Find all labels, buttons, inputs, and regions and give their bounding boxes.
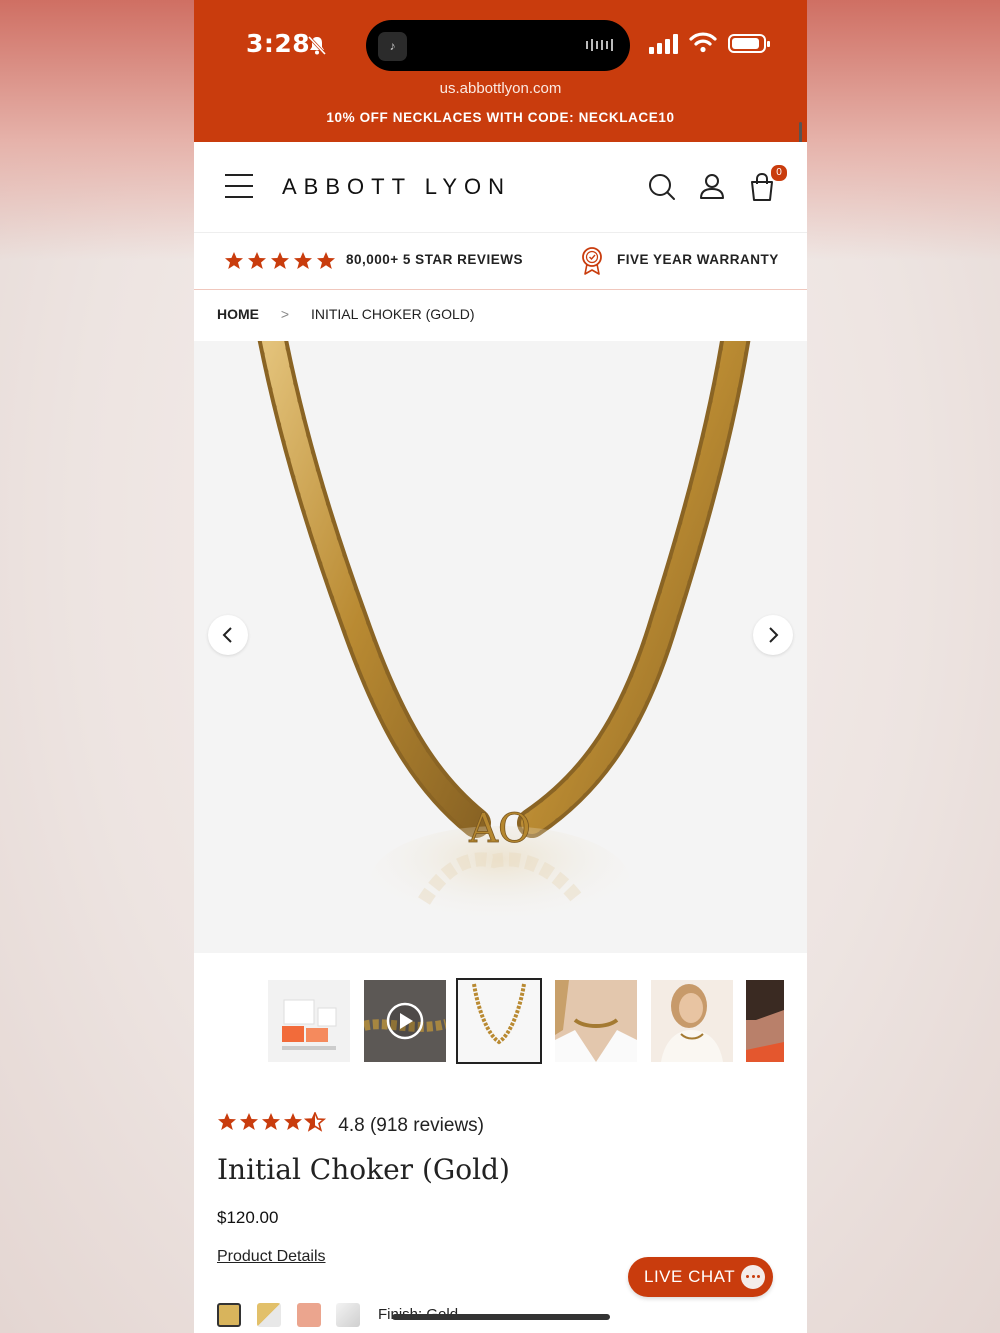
breadcrumb: HOME > INITIAL CHOKER (GOLD) <box>217 306 475 322</box>
account-icon[interactable] <box>699 172 725 202</box>
breadcrumb-current: INITIAL CHOKER (GOLD) <box>310 306 475 322</box>
phone-screen: 3:28 ♪ us.abbottlyon.com 10% OFF NECKLAC… <box>194 0 807 1333</box>
live-chat-label: LIVE CHAT <box>644 1267 736 1286</box>
thumbnail-model-partial[interactable] <box>746 980 784 1062</box>
gallery-prev-button[interactable] <box>208 615 248 655</box>
packaging-image <box>282 999 337 1050</box>
music-app-icon: ♪ <box>378 32 407 61</box>
warranty-badge-icon <box>582 247 602 275</box>
pendant-initials: AO <box>468 806 531 852</box>
product-details-link[interactable]: Product Details <box>217 1248 326 1266</box>
battery-icon <box>728 34 770 53</box>
reviews-count-text: 80,000+ 5 STAR REVIEWS <box>346 252 523 267</box>
browser-url[interactable]: us.abbottlyon.com <box>194 80 807 97</box>
model-portrait-image <box>651 980 733 1062</box>
cellular-signal-icon <box>649 34 678 54</box>
thumbnail-video[interactable] <box>364 980 446 1062</box>
dynamic-island: ♪ <box>366 20 630 71</box>
product-image-necklace: AO <box>257 341 751 936</box>
review-stars-icon <box>225 252 335 269</box>
site-logo[interactable]: ABBOTT LYON <box>282 174 511 200</box>
warranty-text: FIVE YEAR WARRANTY <box>617 252 779 267</box>
thumbnail-packaging[interactable] <box>268 980 350 1062</box>
status-time: 3:28 <box>246 29 311 58</box>
gallery-next-button[interactable] <box>753 615 793 655</box>
product-price: $120.00 <box>217 1208 279 1227</box>
video-image <box>364 1002 446 1040</box>
product-image-gallery[interactable]: AO <box>194 341 807 953</box>
chat-bubble-icon <box>741 1265 765 1289</box>
model-partial-image <box>746 980 784 1062</box>
necklace-thumb-image <box>472 983 526 1045</box>
chevron-right-icon <box>769 627 779 643</box>
site-header: ABBOTT LYON 0 <box>194 142 807 233</box>
thumbnail-model-neck[interactable] <box>555 980 637 1062</box>
thumbnail-strip <box>194 978 807 1064</box>
chevron-right-icon: > <box>280 306 290 322</box>
top-bar: 3:28 ♪ us.abbottlyon.com 10% OFF NECKLAC… <box>194 0 807 142</box>
rating-stars-icon <box>218 1110 327 1132</box>
cart-count-badge: 0 <box>770 164 788 182</box>
menu-icon[interactable] <box>225 174 253 200</box>
live-chat-button[interactable]: LIVE CHAT <box>628 1257 773 1297</box>
bell-muted-icon <box>307 35 327 56</box>
thumbnail-necklace-active[interactable] <box>456 978 542 1064</box>
chevron-left-icon <box>222 627 232 643</box>
swatch-gold[interactable] <box>217 1303 241 1327</box>
swatch-silver[interactable] <box>336 1303 360 1327</box>
search-icon[interactable] <box>648 172 676 202</box>
home-indicator[interactable] <box>392 1314 610 1320</box>
trust-bar: 80,000+ 5 STAR REVIEWS FIVE YEAR WARRANT… <box>194 233 807 290</box>
model-neck-image <box>555 980 637 1062</box>
wifi-icon <box>689 32 717 53</box>
swatch-gold-silver[interactable] <box>257 1303 281 1327</box>
rating-text: 4.8 (918 reviews) <box>338 1115 485 1136</box>
breadcrumb-home-link[interactable]: HOME <box>217 306 259 322</box>
audio-wave-icon <box>586 39 613 51</box>
swatch-rose-gold[interactable] <box>297 1303 321 1327</box>
thumbnail-model-portrait[interactable] <box>651 980 733 1062</box>
promo-banner[interactable]: 10% OFF NECKLACES WITH CODE: NECKLACE10 <box>194 110 807 125</box>
product-rating[interactable]: 4.8 (918 reviews) <box>217 1110 485 1137</box>
product-title: Initial Choker (Gold) <box>217 1153 510 1186</box>
